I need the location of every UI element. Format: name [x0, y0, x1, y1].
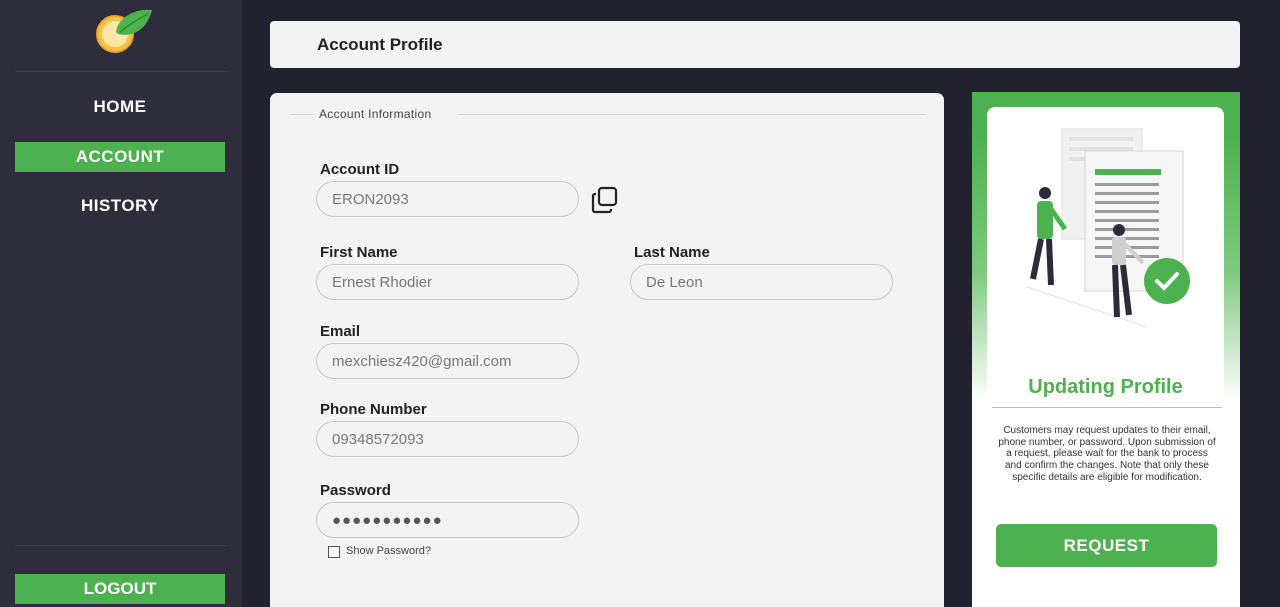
account-id-field[interactable] — [316, 181, 579, 217]
document-approval-illustration — [1026, 128, 1190, 328]
sidebar: HOME ACCOUNT HISTORY LOGOUT — [0, 0, 242, 607]
account-info-card: Account Information Account ID First Nam… — [270, 93, 944, 607]
last-name-field[interactable] — [630, 264, 893, 300]
page-header: Account Profile — [270, 21, 1240, 68]
nav-home[interactable]: HOME — [15, 92, 225, 122]
nav-account-label: ACCOUNT — [75, 147, 165, 166]
sidebar-divider-bottom — [15, 545, 227, 546]
coin-leaf-icon — [96, 9, 152, 53]
copy-icon[interactable] — [590, 185, 620, 215]
first-name-field[interactable] — [316, 264, 579, 300]
show-password-label: Show Password? — [346, 545, 431, 557]
nav-account[interactable]: ACCOUNT — [15, 142, 225, 172]
password-field[interactable] — [316, 502, 579, 538]
nav-history-label: HISTORY — [80, 196, 160, 215]
password-label: Password — [320, 482, 391, 499]
first-name-label: First Name — [320, 244, 398, 261]
phone-field[interactable] — [316, 421, 579, 457]
last-name-label: Last Name — [634, 244, 710, 261]
page-title: Account Profile — [317, 35, 443, 54]
logout-button[interactable]: LOGOUT — [15, 574, 225, 604]
update-info-card: Updating Profile Customers may request u… — [987, 107, 1224, 607]
legend-line-left — [290, 114, 315, 115]
request-button-label: REQUEST — [1063, 535, 1150, 555]
legend-line-right — [458, 114, 926, 115]
sidebar-divider-top — [15, 71, 227, 72]
nav-history[interactable]: HISTORY — [15, 191, 225, 221]
account-id-label: Account ID — [320, 161, 400, 178]
panel-title: Updating Profile — [1028, 376, 1183, 398]
logout-label: LOGOUT — [83, 579, 157, 598]
email-label: Email — [320, 323, 361, 340]
phone-label: Phone Number — [320, 401, 427, 418]
email-field[interactable] — [316, 343, 579, 379]
section-legend: Account Information — [319, 107, 432, 121]
request-button[interactable]: REQUEST — [996, 524, 1217, 567]
show-password-checkbox[interactable] — [328, 546, 340, 558]
update-info-panel: Updating Profile Customers may request u… — [972, 92, 1240, 607]
panel-divider — [992, 407, 1222, 408]
panel-description: Customers may request updates to their e… — [998, 425, 1216, 483]
nav-home-label: HOME — [93, 97, 147, 116]
